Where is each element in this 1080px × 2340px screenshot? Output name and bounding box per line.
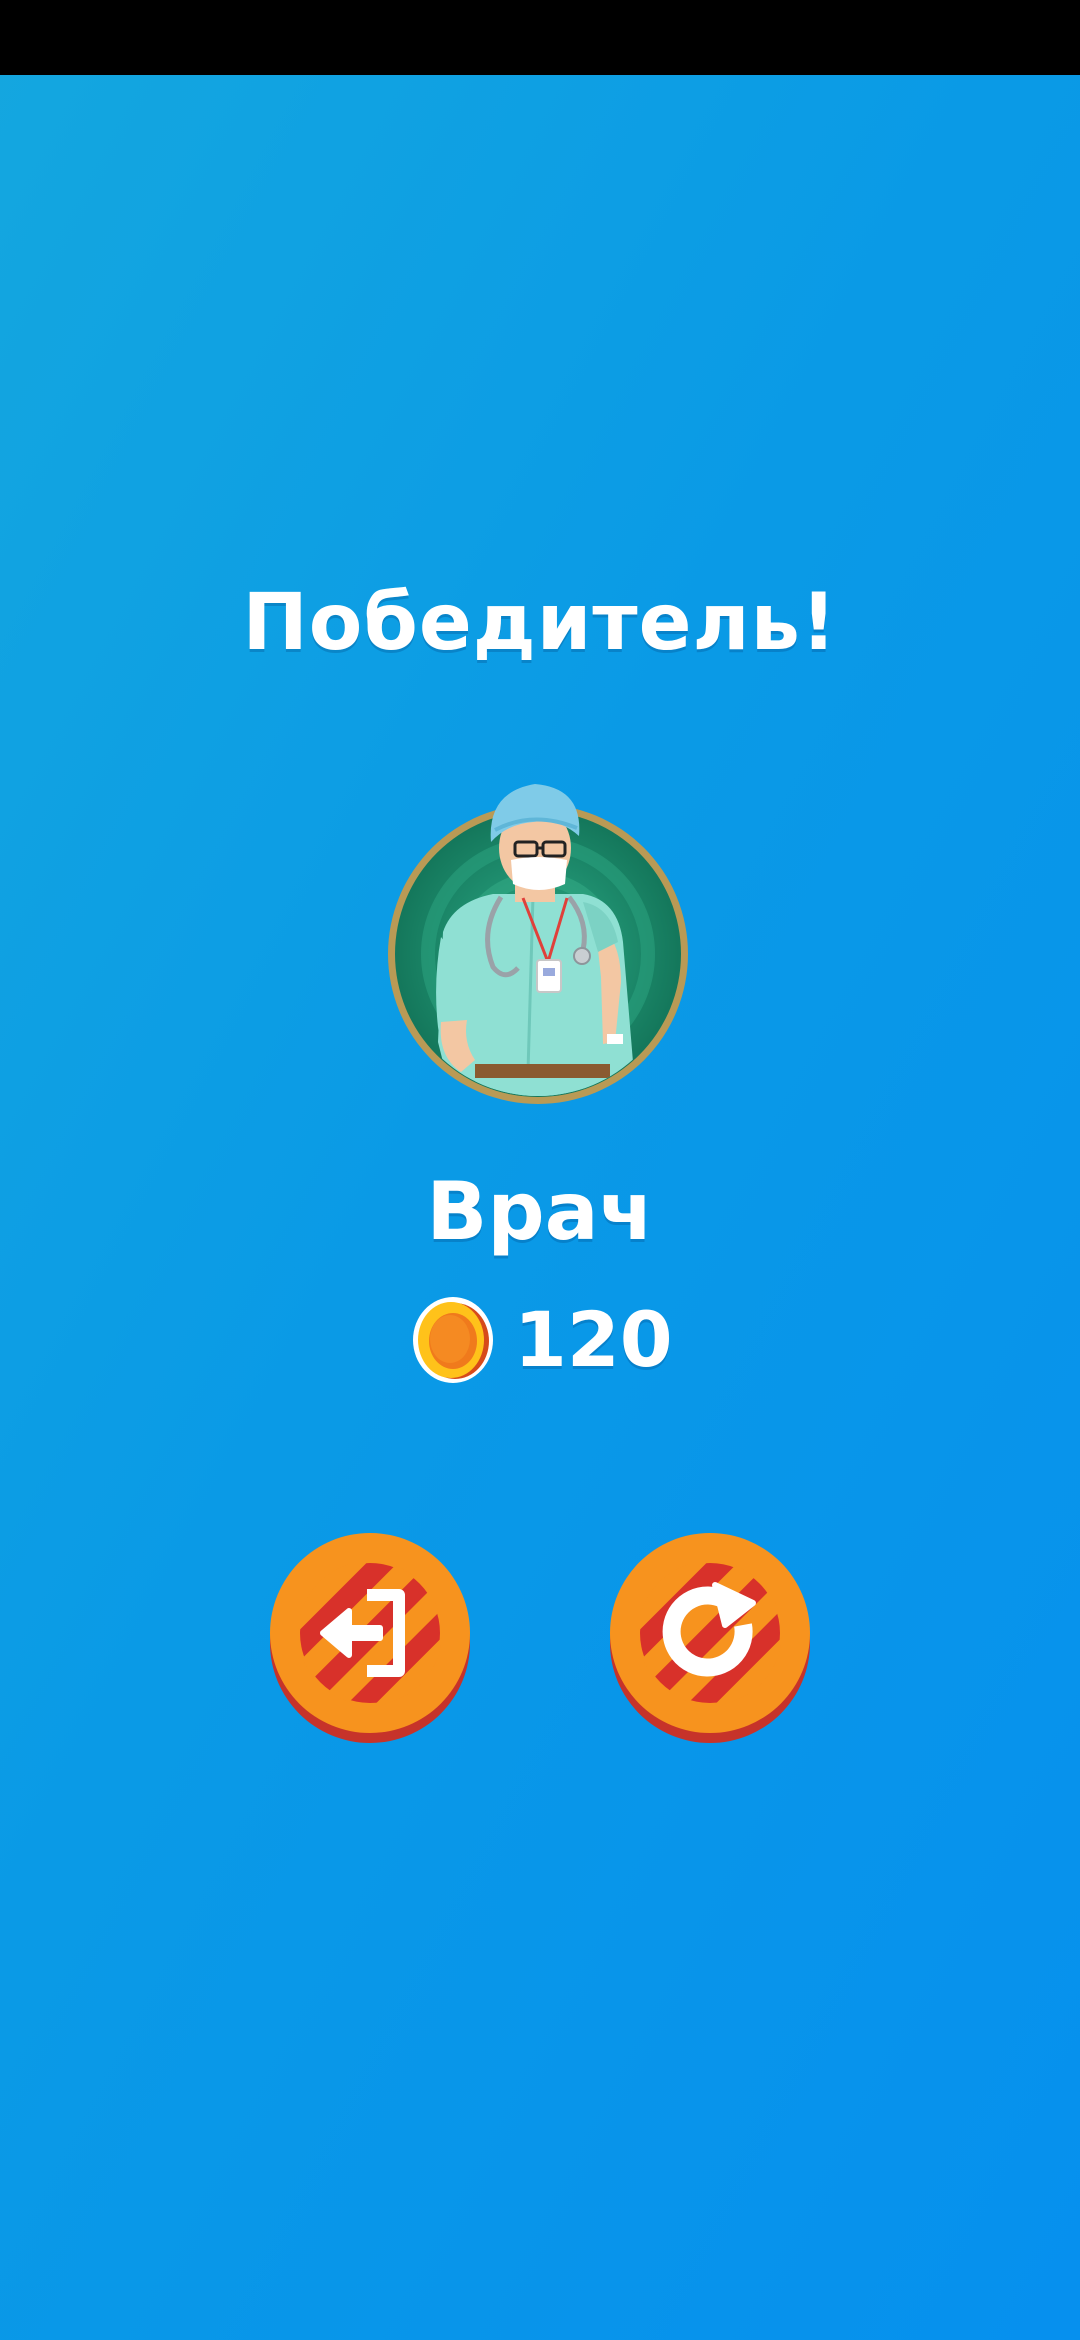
coin-count: 120	[514, 1295, 673, 1384]
restart-button[interactable]	[607, 1533, 813, 1745]
winner-title: Победитель!	[242, 578, 838, 668]
exit-button[interactable]	[267, 1533, 473, 1745]
doctor-avatar	[388, 784, 688, 1104]
winner-role-name: Врач	[426, 1165, 654, 1258]
status-bar	[0, 0, 1080, 75]
coin-icon	[413, 1297, 493, 1383]
coins-row: 120	[410, 1295, 673, 1385]
game-result-screen: Победитель! Врач 120	[0, 0, 1080, 2340]
